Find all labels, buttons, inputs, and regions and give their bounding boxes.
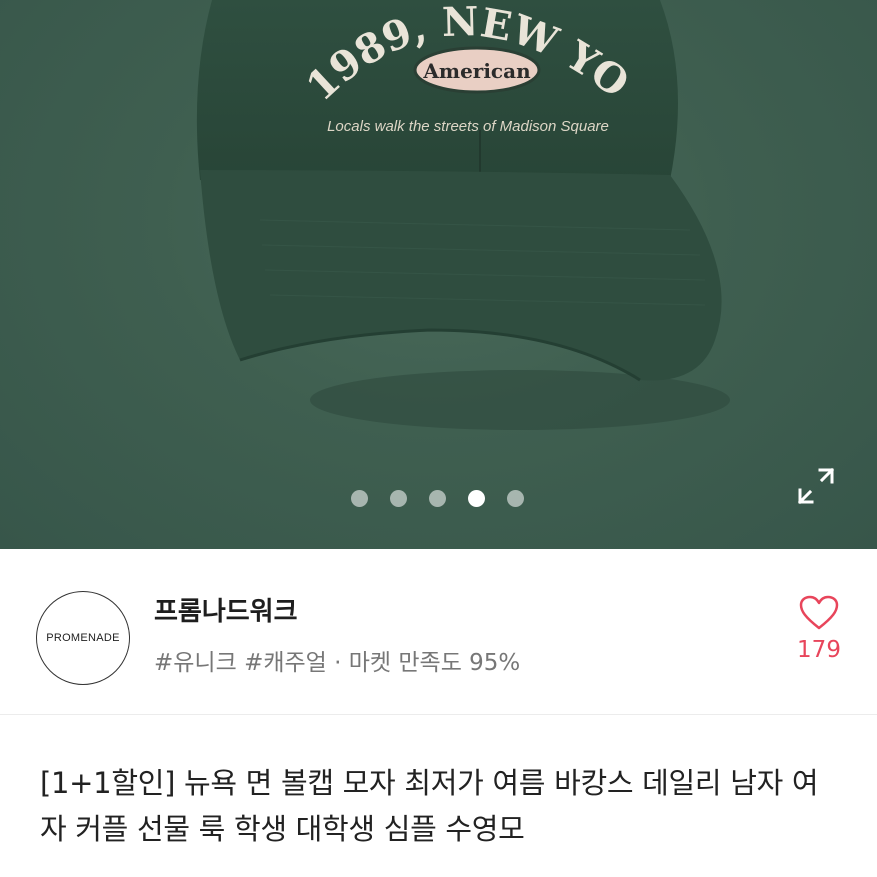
gallery-dot[interactable] [390, 490, 407, 507]
expand-icon[interactable] [796, 466, 836, 506]
shop-tags: #유니크 #캐주얼 · 마켓 만족도 95% [154, 650, 521, 676]
like-count: 179 [797, 637, 841, 663]
shop-name[interactable]: 프롬나드워크 [154, 591, 298, 628]
cap-badge-text: American [422, 59, 531, 83]
cap-tagline-text: Locals walk the streets of Madison Squar… [327, 118, 609, 135]
gallery-dot[interactable] [351, 490, 368, 507]
gallery-dot[interactable] [429, 490, 446, 507]
gallery-pagination [351, 490, 524, 507]
like-button[interactable]: 179 [796, 595, 842, 663]
gallery-dot[interactable] [507, 490, 524, 507]
heart-outline-icon [799, 595, 839, 630]
gallery-dot-active[interactable] [468, 490, 485, 507]
shop-logo[interactable]: PROMENADE [36, 591, 130, 685]
product-title: [1+1할인] 뉴욕 면 볼캡 모자 최저가 여름 바캉스 데일리 남자 여자 … [40, 766, 819, 846]
seller-info: PROMENADE 프롬나드워크 #유니크 #캐주얼 · 마켓 만족도 95% … [0, 549, 877, 715]
product-image-gallery[interactable]: 1989, NEW YORK American Locals walk the … [0, 0, 877, 549]
shop-logo-text: PROMENADE [46, 632, 120, 644]
product-photo-cap: 1989, NEW YORK American Locals walk the … [0, 0, 730, 430]
